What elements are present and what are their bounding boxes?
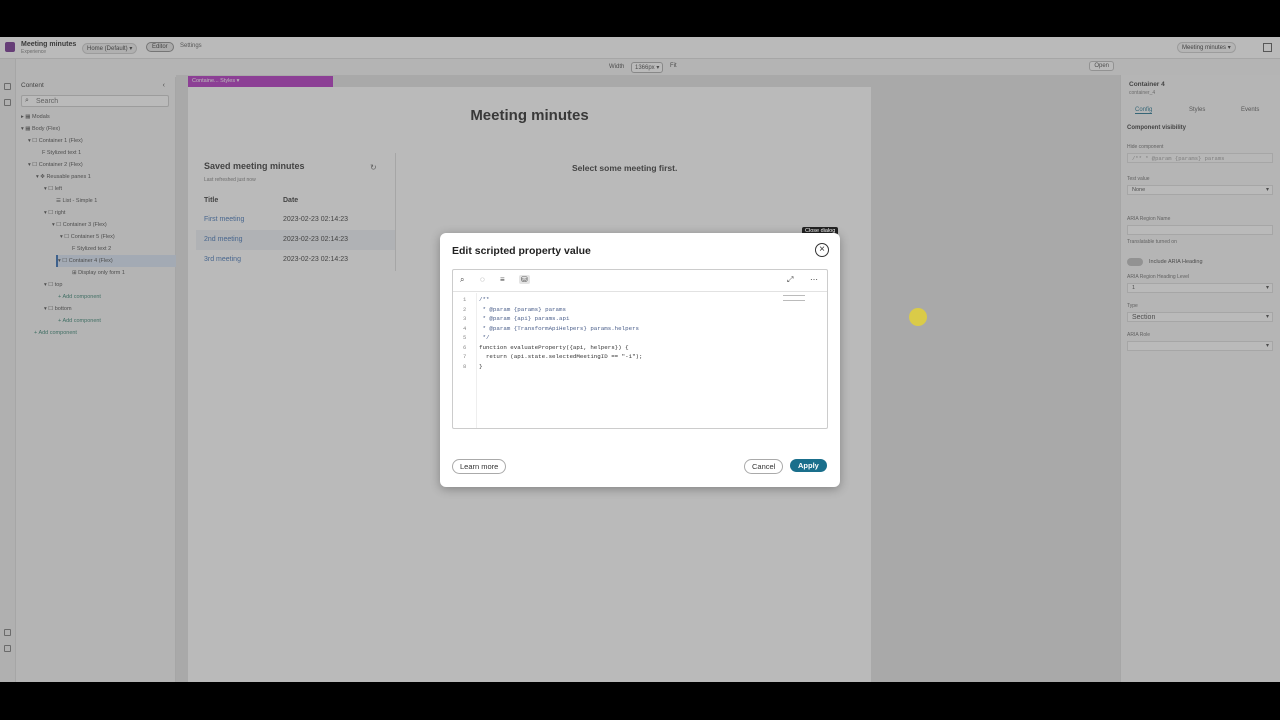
line-gutter <box>453 293 477 428</box>
cursor-highlight <box>909 308 927 326</box>
dialog-title: Edit scripted property value <box>452 245 591 257</box>
expand-icon[interactable]: ⤢ <box>787 275 793 285</box>
line-number: 1 <box>463 296 467 303</box>
comment-icon[interactable]: ◌ <box>480 275 485 284</box>
line-number: 8 <box>463 363 467 370</box>
code-editor[interactable]: ⌕ ◌ ≡ ⛁ ⤢ ⋯ 1 2 3 4 5 6 7 8 /** * @param… <box>452 269 828 429</box>
cancel-button[interactable]: Cancel <box>744 459 784 474</box>
code-line: function evaluateProperty({api, helpers}… <box>479 344 629 351</box>
close-icon[interactable]: × <box>815 243 829 257</box>
app-screen: Meeting minutes Experience Home (Default… <box>0 37 1280 682</box>
line-number: 4 <box>463 325 467 332</box>
code-line: * @param {params} params <box>479 306 566 313</box>
line-number: 5 <box>463 334 467 341</box>
code-line: * @param {api} params.api <box>479 315 570 322</box>
code-minimap[interactable] <box>783 295 805 301</box>
line-number: 7 <box>463 353 467 360</box>
format-icon[interactable]: ≡ <box>500 275 505 284</box>
editor-toolbar: ⌕ ◌ ≡ ⛁ ⤢ ⋯ <box>453 270 827 292</box>
search-icon[interactable]: ⌕ <box>460 275 464 285</box>
line-number: 6 <box>463 344 467 351</box>
more-icon[interactable]: ⋯ <box>810 275 818 284</box>
edit-script-dialog: Edit scripted property value × ⌕ ◌ ≡ ⛁ ⤢… <box>440 233 840 487</box>
data-binding-icon[interactable]: ⛁ <box>519 275 530 284</box>
learn-more-button[interactable]: Learn more <box>452 459 507 474</box>
line-number: 2 <box>463 306 467 313</box>
line-number: 3 <box>463 315 467 322</box>
code-line: return (api.state.selectedMeetingID == "… <box>479 353 643 360</box>
code-line: * @param {TransformApiHelpers} params.he… <box>479 325 640 332</box>
apply-button[interactable]: Apply <box>790 459 827 472</box>
code-line: } <box>479 363 483 370</box>
code-line: */ <box>479 334 490 341</box>
code-line: /** <box>479 296 490 303</box>
